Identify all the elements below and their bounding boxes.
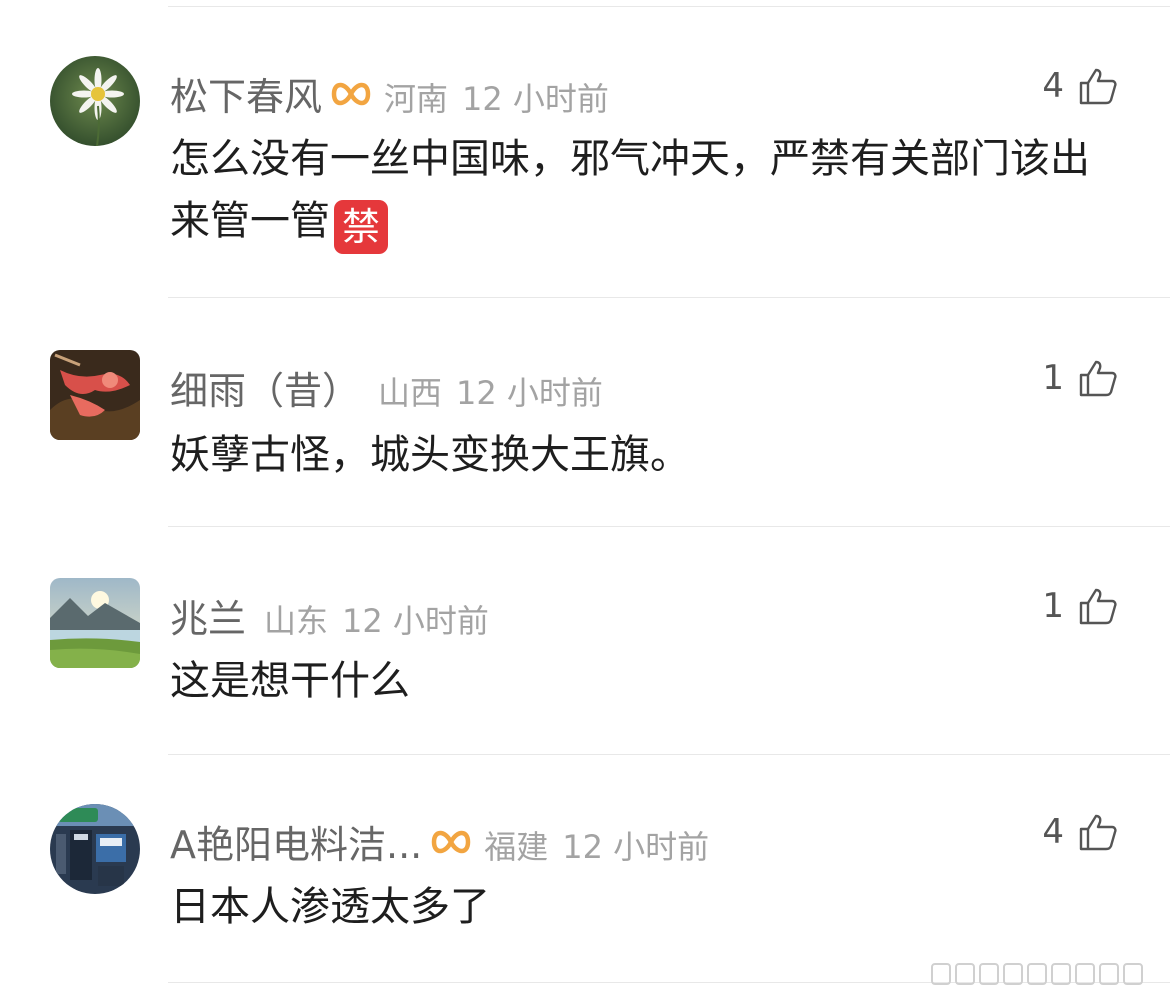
comment-meta: 兆兰 山东 12 小时前: [170, 588, 489, 643]
username[interactable]: 细雨（昔）: [170, 360, 360, 415]
infinity-vip-icon: [330, 77, 372, 111]
thumbs-up-icon: [1079, 68, 1117, 105]
divider: [168, 754, 1170, 755]
username[interactable]: 松下春风: [170, 66, 322, 121]
timestamp: 12 小时前: [342, 602, 489, 640]
avatar[interactable]: [50, 56, 140, 146]
comment-text[interactable]: 这是想干什么: [170, 650, 1100, 712]
timestamp: 12 小时前: [462, 80, 609, 118]
comment-meta: 细雨（昔） 山西 12 小时前: [170, 360, 603, 415]
thumbs-up-icon: [1079, 360, 1117, 397]
username[interactable]: A艳阳电料洁...: [170, 814, 422, 869]
like-count: 1: [1042, 586, 1064, 626]
location: 山东: [264, 602, 329, 640]
comment-meta: A艳阳电料洁... 福建 12 小时前: [170, 814, 709, 869]
location: 福建: [484, 828, 549, 866]
like-count: 4: [1042, 812, 1064, 852]
comment-text-body: 怎么没有一丝中国味，邪气冲天，严禁有关部门该出来管一管: [170, 136, 1090, 244]
comment-list: 松下春风 河南 12 小时前 怎么没有一丝中国味，邪气冲天，严禁有关部门该出来管…: [0, 0, 1170, 1001]
divider: [168, 526, 1170, 527]
comment-meta: 松下春风 河南 12 小时前: [170, 66, 609, 121]
location: 河南: [384, 80, 449, 118]
avatar[interactable]: [50, 578, 140, 668]
timestamp: 12 小时前: [456, 374, 603, 412]
divider: [168, 6, 1170, 7]
comment-text[interactable]: 日本人渗透太多了: [170, 876, 1100, 938]
comment-text[interactable]: 妖孽古怪，城头变换大王旗。: [170, 424, 1100, 486]
timestamp: 12 小时前: [562, 828, 710, 866]
like-count: 4: [1042, 66, 1064, 106]
thumbs-up-icon: [1079, 814, 1117, 851]
like-button[interactable]: 4: [1042, 812, 1118, 852]
like-button[interactable]: 1: [1042, 358, 1118, 398]
thumbs-up-icon: [1079, 588, 1117, 625]
infinity-vip-icon: [430, 825, 472, 859]
location: 山西: [378, 374, 443, 412]
avatar[interactable]: [50, 804, 140, 894]
comment-text[interactable]: 怎么没有一丝中国味，邪气冲天，严禁有关部门该出来管一管禁: [170, 128, 1100, 254]
like-button[interactable]: 1: [1042, 586, 1118, 626]
username[interactable]: 兆兰: [170, 588, 246, 643]
like-button[interactable]: 4: [1042, 66, 1118, 106]
avatar[interactable]: [50, 350, 140, 440]
like-count: 1: [1042, 358, 1064, 398]
divider: [168, 297, 1170, 298]
watermark-pattern: [930, 962, 1160, 986]
prohibited-emoji-icon: 禁: [334, 200, 388, 254]
